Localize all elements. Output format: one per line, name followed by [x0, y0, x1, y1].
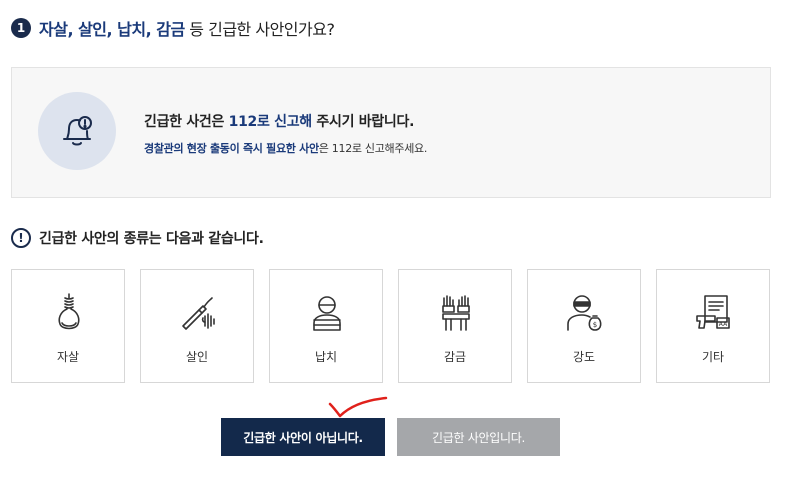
type-label: 납치: [314, 350, 338, 364]
svg-text:$: $: [593, 321, 597, 329]
notice-main-highlight: 112로 신고해: [228, 114, 313, 130]
notice-sub-text: 경찰관의 현장 출동이 즉시 필요한 사안은 112로 신고해주세요.: [144, 142, 428, 155]
type-card-kidnap: 납치: [269, 269, 383, 383]
check-mark-annotation: [328, 396, 388, 418]
step-number-badge: 1: [11, 18, 31, 38]
question-heading: 1 자살, 살인, 납치, 감금 등 긴급한 사안인가요?: [11, 16, 335, 40]
notice-sub-highlight: 경찰관의 현장 출동이 즉시 필요한 사안: [144, 142, 319, 155]
handcuff-icon: [442, 295, 470, 331]
alert-bell-icon: [38, 92, 116, 170]
type-card-confinement: 감금: [398, 269, 512, 383]
exclamation-icon: !: [11, 228, 31, 248]
emergency-notice-box: 긴급한 사건은 112로 신고해 주시기 바랍니다. 경찰관의 현장 출동이 즉…: [11, 67, 771, 198]
urgent-button[interactable]: 긴급한 사안입니다.: [397, 418, 560, 456]
question-highlight: 자살, 살인, 납치, 감금: [39, 20, 185, 39]
type-label: 감금: [443, 350, 467, 364]
type-card-robbery: $ 강도: [527, 269, 641, 383]
type-label: 자살: [56, 350, 80, 364]
types-heading-text: 긴급한 사안의 종류는 다음과 같습니다.: [39, 231, 264, 247]
type-label: 살인: [185, 350, 209, 364]
type-card-murder: 살인: [140, 269, 254, 383]
question-text: 자살, 살인, 납치, 감금 등 긴급한 사안인가요?: [39, 16, 335, 40]
types-heading: ! 긴급한 사안의 종류는 다음과 같습니다.: [11, 228, 264, 248]
question-rest: 등 긴급한 사안인가요?: [184, 20, 335, 39]
kidnap-icon: [313, 296, 341, 331]
notice-main-text: 긴급한 사건은 112로 신고해 주시기 바랍니다.: [144, 114, 415, 130]
other-icon: AA: [696, 295, 730, 329]
type-card-other: AA 기타: [656, 269, 770, 383]
svg-text:AA: AA: [719, 321, 728, 328]
noose-icon: [58, 293, 80, 330]
type-card-suicide: 자살: [11, 269, 125, 383]
type-label: 기타: [701, 350, 725, 364]
knife-icon: [182, 297, 215, 330]
type-label: 강도: [572, 350, 596, 364]
robber-icon: $: [567, 295, 602, 331]
